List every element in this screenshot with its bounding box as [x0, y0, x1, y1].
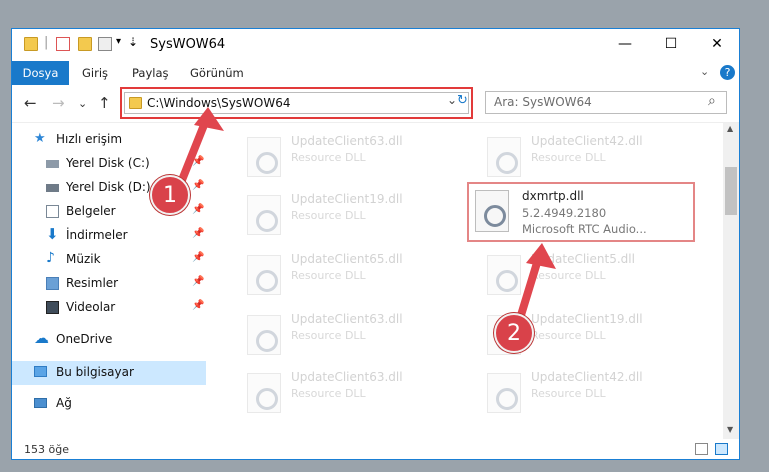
step-marker-2: 2	[494, 313, 534, 353]
annotation-arrows	[176, 107, 556, 329]
step-marker-1: 1	[150, 175, 190, 215]
explorer-window: | ▾ ⇣ SysWOW64 — ☐ ✕ Dosya Giriş Paylaş …	[11, 28, 740, 460]
arrow-2-head	[526, 243, 556, 269]
arrow-1-head	[194, 107, 224, 131]
